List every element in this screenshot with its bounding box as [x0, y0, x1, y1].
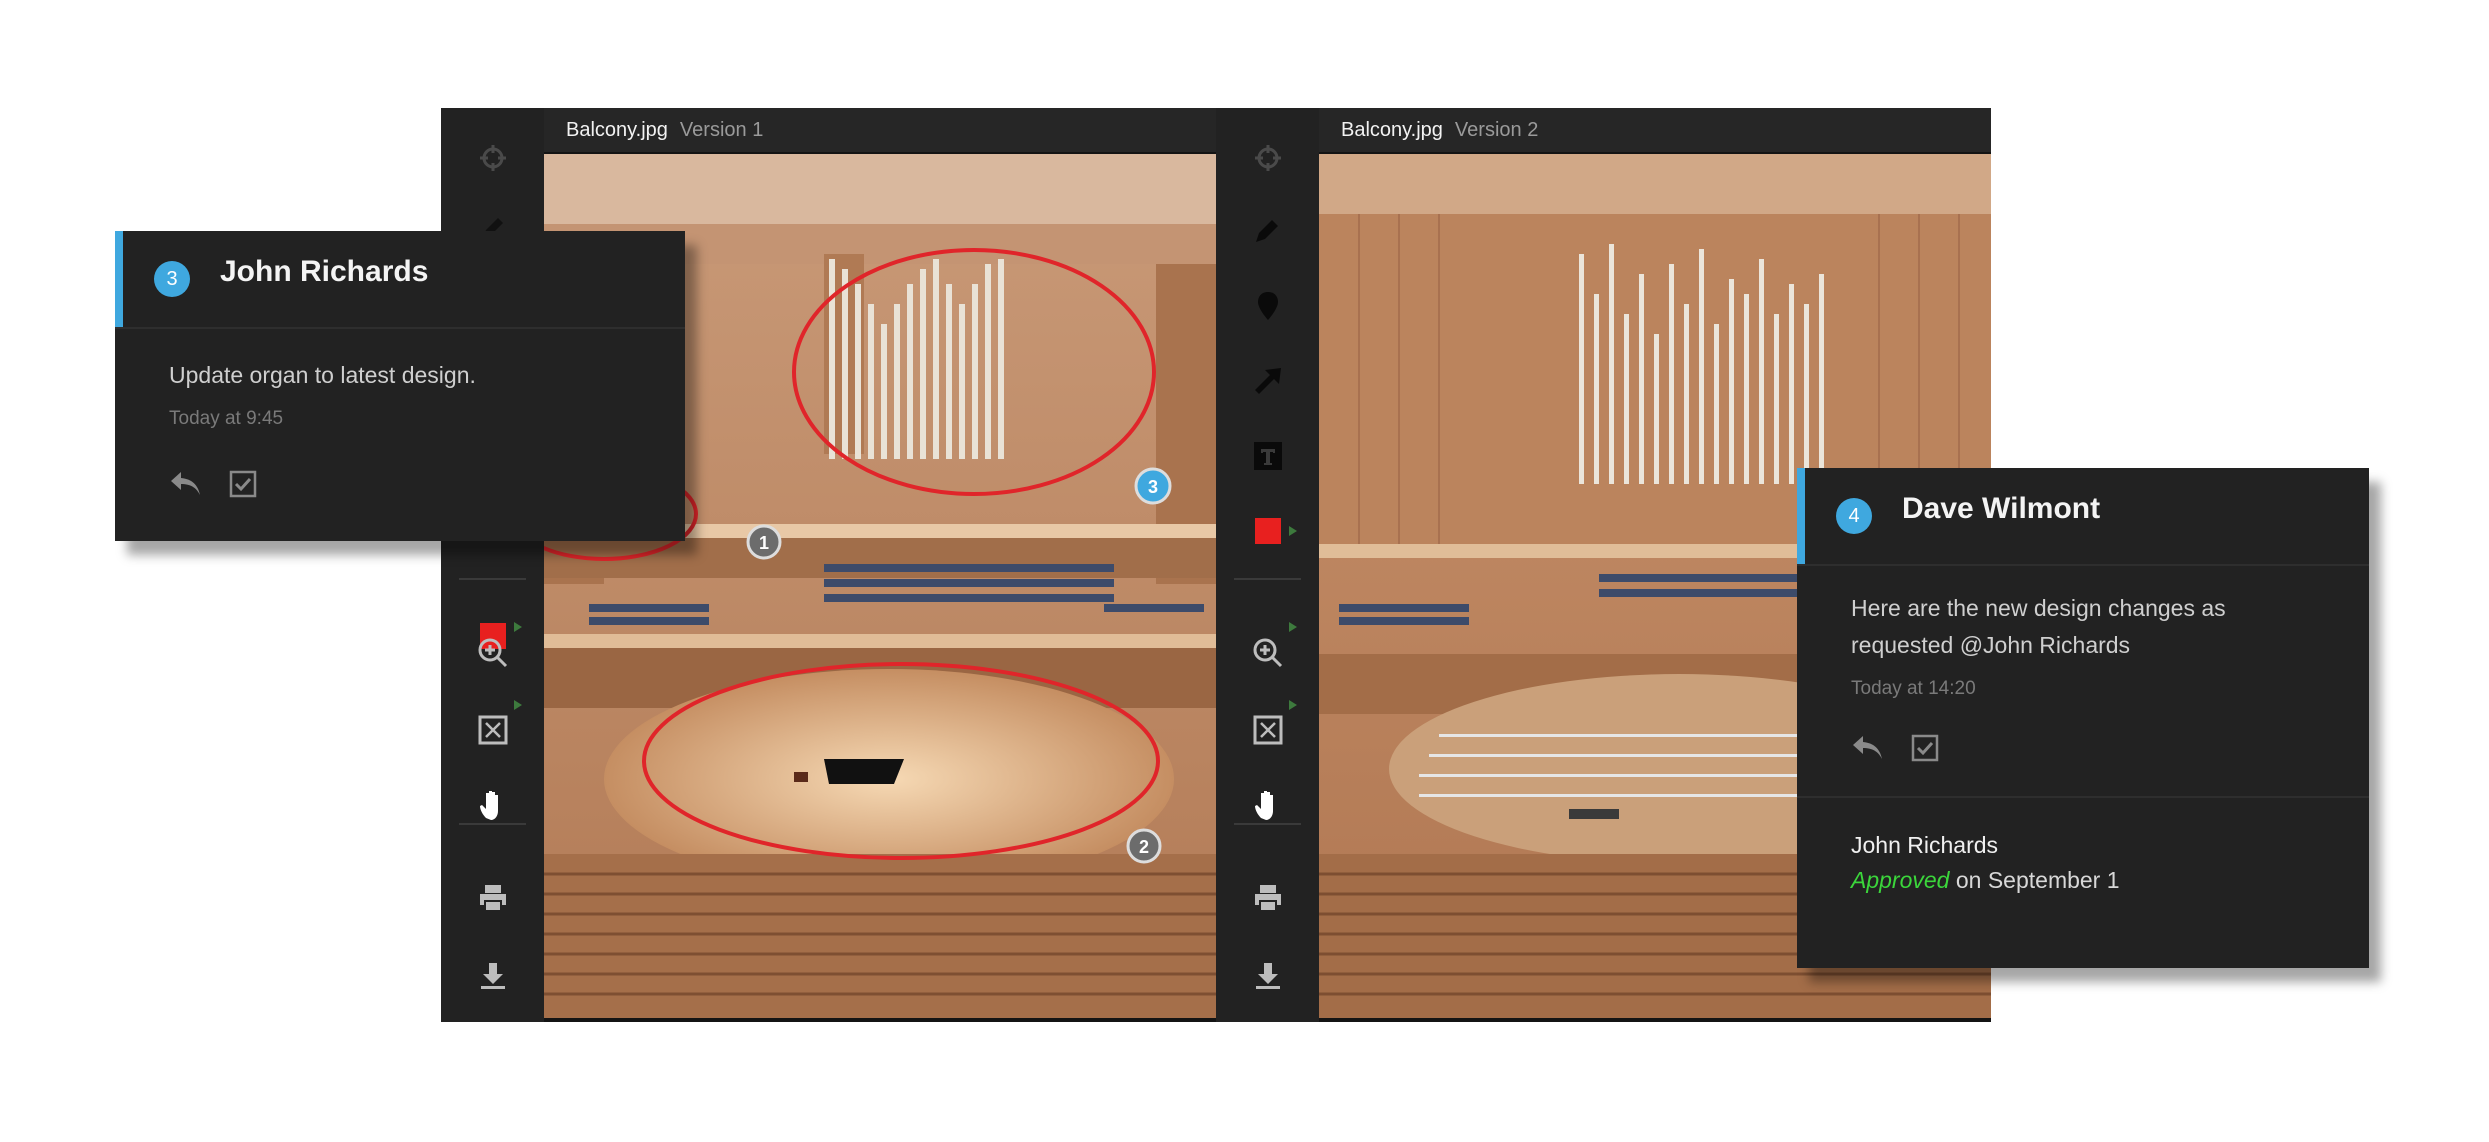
fit-expand-arrow[interactable] — [514, 700, 522, 710]
pencil-tool[interactable] — [1216, 202, 1319, 258]
zoom-tool[interactable] — [441, 625, 544, 681]
hand-icon — [479, 791, 498, 820]
color-swatch — [1254, 518, 1281, 544]
zoom-icon — [1253, 638, 1282, 668]
zoom-tool[interactable] — [1216, 625, 1319, 681]
arrow-icon — [1254, 368, 1281, 394]
comment-message: Update organ to latest design. — [169, 362, 476, 388]
zoom-expand-arrow[interactable] — [1289, 622, 1297, 632]
toolbar-divider — [1234, 823, 1301, 825]
pencil-icon — [1255, 220, 1278, 242]
version-label: Version 2 — [1454, 118, 1539, 141]
pin-icon — [1257, 292, 1278, 320]
reply-icon[interactable] — [169, 470, 203, 498]
print-tool[interactable] — [441, 870, 544, 926]
comment-header: 3 John Richards — [115, 231, 685, 329]
zoom-icon — [478, 638, 507, 668]
comment-card-3[interactable]: 3 John Richards Update organ to latest d… — [115, 231, 685, 541]
comment-message-line: Here are the new design changes as — [1851, 595, 2226, 621]
marker-2[interactable]: 2 — [1126, 828, 1162, 864]
hand-icon — [1254, 791, 1273, 820]
toolbar-divider — [459, 578, 526, 580]
text-icon — [1253, 442, 1282, 470]
comment-card-4[interactable]: 4 Dave Wilmont Here are the new design c… — [1797, 468, 2369, 968]
print-icon — [479, 885, 506, 912]
color-tool[interactable] — [1216, 503, 1319, 559]
approval-status: Approved — [1851, 867, 1950, 893]
zoom-expand-arrow[interactable] — [514, 622, 522, 632]
arrow-tool[interactable] — [1216, 353, 1319, 409]
approval-user: John Richards — [1851, 832, 1999, 858]
right-toolbar — [1216, 108, 1319, 1022]
marker-label: 2 — [1139, 837, 1149, 857]
accent-bar — [115, 231, 123, 327]
version-label: Version 1 — [679, 118, 764, 141]
marker-label: 3 — [1148, 477, 1158, 497]
comment-author: Dave Wilmont — [1902, 492, 2101, 525]
download-icon — [1255, 963, 1280, 989]
reply-icon[interactable] — [1851, 734, 1885, 762]
comment-timestamp: Today at 14:20 — [1851, 678, 1976, 699]
marker-label: 1 — [759, 533, 769, 553]
comment-actions — [169, 470, 685, 498]
comment-author: John Richards — [220, 255, 429, 288]
approval-section: John Richards Approved on September 1 — [1797, 796, 2369, 894]
approval-date: on September 1 — [1955, 867, 2120, 893]
pane-header: Balcony.jpg Version 1 — [544, 108, 1216, 152]
fit-screen-icon — [478, 715, 507, 745]
resolve-checkbox-icon[interactable] — [229, 470, 257, 498]
download-tool[interactable] — [1216, 948, 1319, 1004]
crosshair-tool[interactable] — [441, 130, 544, 186]
comment-timestamp: Today at 9:45 — [169, 408, 284, 429]
print-tool[interactable] — [1216, 870, 1319, 926]
comment-body: Update organ to latest design. Today at … — [115, 329, 685, 498]
file-name: Balcony.jpg — [566, 118, 668, 141]
resolve-checkbox-icon[interactable] — [1911, 734, 1939, 762]
color-expand-arrow[interactable] — [1289, 526, 1297, 536]
pin-tool[interactable] — [1216, 278, 1319, 334]
comment-header: 4 Dave Wilmont — [1797, 468, 2369, 566]
text-tool[interactable] — [1216, 428, 1319, 484]
download-icon — [480, 963, 505, 989]
approval-line: Approved on September 1 — [1851, 867, 2369, 894]
toolbar-divider — [1234, 578, 1301, 580]
comment-number-badge: 3 — [154, 261, 190, 297]
accent-bar — [1797, 468, 1805, 564]
marker-3[interactable]: 3 — [1134, 467, 1172, 505]
print-icon — [1254, 885, 1281, 912]
comment-actions — [1851, 734, 2369, 762]
crosshair-tool[interactable] — [1216, 130, 1319, 186]
fit-expand-arrow[interactable] — [1289, 700, 1297, 710]
file-name: Balcony.jpg — [1341, 118, 1443, 141]
crosshair-icon — [1254, 145, 1281, 171]
toolbar-divider — [459, 823, 526, 825]
comment-number-badge: 4 — [1836, 498, 1872, 534]
comment-body: Here are the new design changes as reque… — [1797, 566, 2369, 762]
marker-1[interactable]: 1 — [746, 524, 782, 560]
fit-screen-icon — [1253, 715, 1282, 745]
crosshair-icon — [479, 145, 506, 171]
fit-screen-tool[interactable] — [1216, 702, 1319, 758]
comment-message-line: requested @John Richards — [1851, 632, 2131, 658]
pane-header: Balcony.jpg Version 2 — [1319, 108, 1991, 152]
download-tool[interactable] — [441, 948, 544, 1004]
fit-screen-tool[interactable] — [441, 702, 544, 758]
